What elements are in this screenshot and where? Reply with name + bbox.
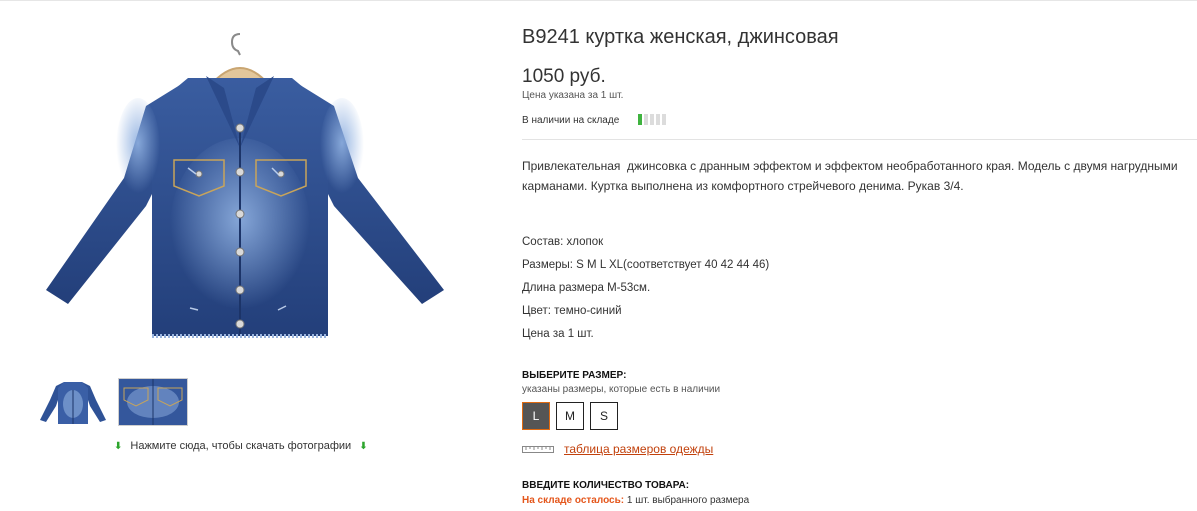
stock-remaining-label: На складе осталось:: [522, 495, 625, 506]
product-title: B9241 куртка женская, джинсовая: [522, 26, 839, 48]
stock-remaining-value: 1 шт. выбранного размера: [626, 495, 750, 506]
size-table-link[interactable]: таблица размеров одежды: [564, 442, 713, 456]
spec-sizes: Размеры: S M L XL(соответствует 40 42 44…: [522, 259, 770, 271]
spec-composition: Состав: хлопок: [522, 236, 604, 248]
thumbnail-frame: [118, 378, 188, 426]
size-option-s[interactable]: S: [590, 402, 618, 430]
download-arrow-icon: ⬇: [359, 441, 368, 452]
thumbnail-detail[interactable]: [118, 378, 188, 426]
top-divider: [0, 0, 1197, 1]
section-divider: [522, 139, 1197, 140]
stock-level-segment: [662, 114, 666, 125]
main-product-image[interactable]: [28, 28, 460, 348]
size-picker-subheading: указаны размеры, которые есть в наличии: [522, 384, 721, 395]
quantity-heading: ВВЕДИТЕ КОЛИЧЕСТВО ТОВАРА:: [522, 480, 690, 491]
spec-price-unit: Цена за 1 шт.: [522, 328, 594, 340]
download-arrow-icon: ⬇: [114, 441, 123, 452]
stock-label: В наличии на складе: [522, 115, 620, 126]
spec-length: Длина размера M-53см.: [522, 282, 651, 294]
product-description-text: Привлекательная джинсовка с дранным эффе…: [522, 159, 1181, 193]
ruler-icon: [522, 446, 554, 453]
download-photos-link[interactable]: ⬇ Нажмите сюда, чтобы скачать фотографии ⬇: [114, 440, 368, 452]
spec-color: Цвет: темно-синий: [522, 305, 622, 317]
stock-level-indicator: [638, 114, 666, 125]
download-photos-text: Нажмите сюда, чтобы скачать фотографии: [130, 440, 352, 452]
thumbnail-front[interactable]: [38, 378, 108, 426]
product-price: 1050 руб.: [522, 66, 606, 87]
size-picker-heading: ВЫБЕРИТЕ РАЗМЕР:: [522, 370, 627, 381]
size-options: L M S: [522, 402, 618, 430]
size-option-m[interactable]: M: [556, 402, 584, 430]
stock-level-segment: [656, 114, 660, 125]
stock-level-segment: [644, 114, 648, 125]
size-option-l[interactable]: L: [522, 402, 550, 430]
stock-level-segment: [638, 114, 642, 125]
price-note: Цена указана за 1 шт.: [522, 90, 624, 101]
stock-remaining: На складе осталось: 1 шт. выбранного раз…: [522, 495, 749, 506]
product-description: Привлекательная джинсовка с дранным эффе…: [522, 156, 1197, 196]
stock-level-segment: [650, 114, 654, 125]
